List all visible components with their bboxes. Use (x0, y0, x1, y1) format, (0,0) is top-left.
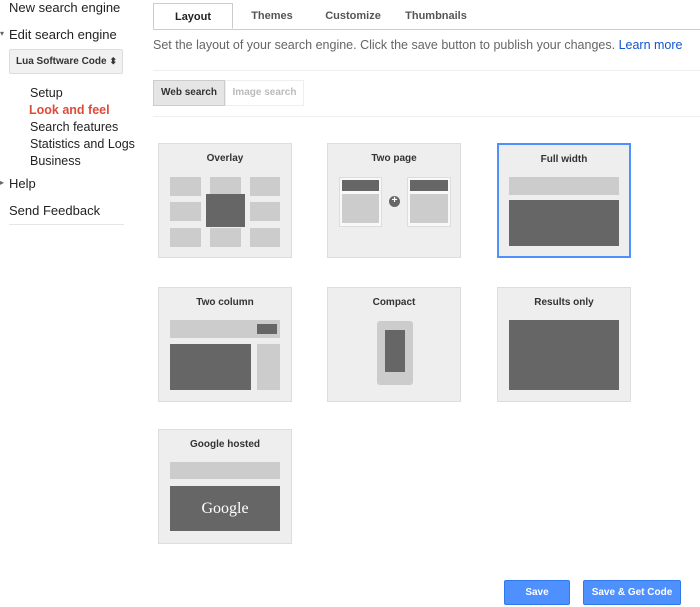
tab-bar-line (153, 29, 700, 30)
layout-card-two-page[interactable]: Two page + (327, 143, 461, 258)
layout-title: Full width (540, 154, 588, 165)
sidebar-item-statistics[interactable]: Statistics and Logs (30, 137, 135, 151)
google-logo: Google (170, 486, 280, 531)
tab-thumbnails[interactable]: Thumbnails (396, 3, 476, 29)
layout-card-results-only[interactable]: Results only (497, 287, 631, 402)
layout-card-compact[interactable]: Compact (327, 287, 461, 402)
tab-customize[interactable]: Customize (313, 3, 393, 29)
sidebar-item-business[interactable]: Business (30, 154, 81, 168)
tab-themes[interactable]: Themes (236, 3, 308, 29)
save-get-code-button[interactable]: Save & Get Code (583, 580, 681, 605)
collapse-arrow-icon: ▸ (0, 178, 5, 187)
image-search-toggle[interactable]: Image search (225, 80, 304, 106)
expand-arrow-icon: ▾ (0, 29, 5, 38)
divider (153, 70, 700, 71)
layout-title: Two page (371, 153, 417, 164)
updown-icon: ⬍ (109, 56, 117, 66)
layout-card-overlay[interactable]: Overlay (158, 143, 292, 258)
send-feedback-link[interactable]: Send Feedback (9, 203, 100, 218)
help-link[interactable]: Help (9, 176, 36, 191)
web-search-toggle[interactable]: Web search (153, 80, 225, 106)
new-search-engine-link[interactable]: New search engine (9, 0, 120, 15)
layout-title: Google hosted (190, 439, 260, 450)
layout-title: Two column (196, 297, 254, 308)
description-text: Set the layout of your search engine. Cl… (153, 38, 616, 52)
tab-layout[interactable]: Layout (153, 3, 233, 29)
layout-card-two-column[interactable]: Two column (158, 287, 292, 402)
sidebar-item-search-features[interactable]: Search features (30, 120, 118, 134)
edit-search-engine-link[interactable]: Edit search engine (9, 27, 117, 42)
engine-select[interactable]: Lua Software Code ⬍ (9, 49, 123, 74)
layout-title: Compact (372, 297, 416, 308)
divider (153, 116, 700, 117)
sidebar-item-look-and-feel[interactable]: Look and feel (29, 103, 110, 117)
layout-card-full-width[interactable]: Full width (497, 143, 631, 258)
engine-select-value: Lua Software Code (16, 56, 107, 67)
plus-icon: + (389, 196, 400, 207)
save-button[interactable]: Save (504, 580, 570, 605)
phone-icon (377, 321, 413, 385)
layout-title: Overlay (206, 153, 244, 164)
layout-card-google-hosted[interactable]: Google hosted Google (158, 429, 292, 544)
sidebar-item-setup[interactable]: Setup (30, 86, 63, 100)
layout-title: Results only (534, 297, 594, 308)
description: Set the layout of your search engine. Cl… (153, 38, 683, 52)
learn-more-link[interactable]: Learn more (619, 38, 683, 52)
divider (9, 224, 124, 225)
